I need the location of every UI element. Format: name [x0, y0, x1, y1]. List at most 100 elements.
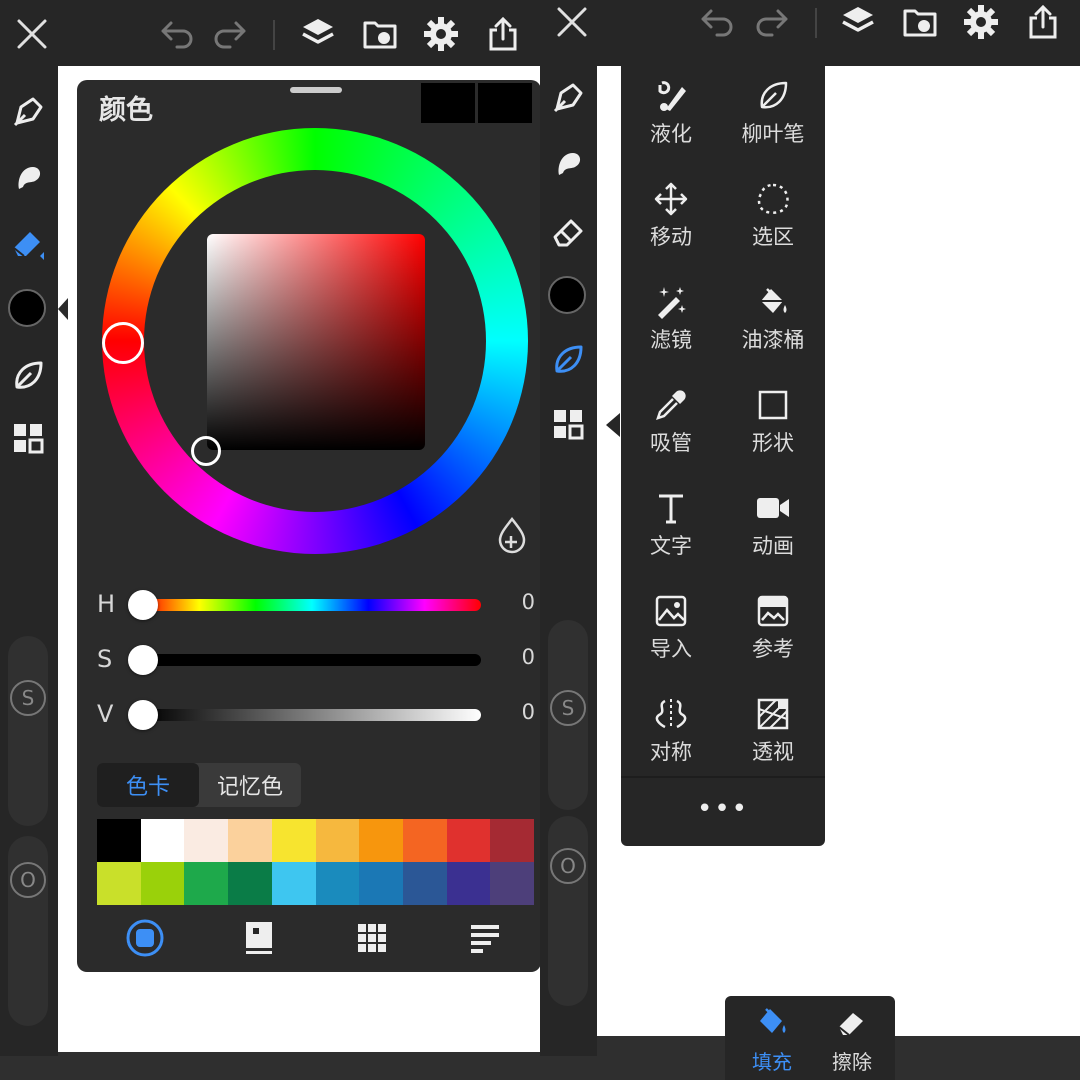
fill-label: 填充 [752, 1050, 792, 1074]
hue-slider-row: H 0 [77, 584, 540, 624]
tool-paint-bucket[interactable]: 油漆桶 [723, 272, 823, 372]
opacity-slider[interactable] [548, 816, 588, 1006]
palette-card-tab-icon[interactable] [237, 916, 281, 960]
value-slider-thumb[interactable] [128, 700, 158, 730]
grid-tools-icon[interactable] [546, 402, 590, 446]
palette-swatch[interactable] [97, 819, 141, 862]
tool-label: 油漆桶 [741, 328, 805, 352]
tool-label: 选区 [752, 225, 794, 249]
palette-swatch[interactable] [446, 862, 491, 905]
palette-swatch[interactable] [140, 862, 185, 905]
palette-swatch[interactable] [315, 819, 360, 862]
left-screenshot: S O 颜色 H 0 S 0 V 0 色卡 记忆色 [0, 0, 540, 1080]
current-color-button[interactable] [8, 289, 46, 327]
hue-slider[interactable] [143, 599, 481, 611]
toolbar-separator [273, 20, 275, 50]
tool-animation[interactable]: 动画 [723, 478, 823, 578]
palette-swatch[interactable] [97, 862, 141, 905]
palette-swatch[interactable] [228, 862, 272, 905]
share-icon[interactable] [481, 12, 525, 56]
undo-icon[interactable] [155, 12, 199, 56]
value-slider[interactable] [143, 709, 481, 721]
tool-label: 形状 [752, 431, 794, 455]
fill-button[interactable]: 填充 [737, 1002, 807, 1078]
color-wheel-tab-icon[interactable] [123, 916, 167, 960]
tab-color-history[interactable]: 记忆色 [199, 763, 301, 807]
tool-label: 导入 [650, 637, 692, 661]
leaf-pen-icon[interactable] [546, 338, 590, 382]
palette-swatch[interactable] [359, 819, 403, 862]
palette-swatch[interactable] [315, 862, 360, 905]
more-icon[interactable]: ••• [697, 794, 747, 824]
palette-swatch[interactable] [140, 819, 185, 862]
grid-tab-icon[interactable] [350, 916, 394, 960]
close-icon[interactable] [550, 0, 594, 44]
tool-shape[interactable]: 形状 [723, 375, 823, 475]
saturation-slider-thumb[interactable] [128, 645, 158, 675]
gallery-icon[interactable] [898, 0, 942, 44]
gallery-icon[interactable] [358, 12, 402, 56]
close-icon[interactable] [10, 12, 54, 56]
color-wheel[interactable] [102, 128, 528, 554]
hue-ring-handle[interactable] [102, 322, 144, 364]
color-drop-icon[interactable] [495, 516, 529, 554]
opacity-label: O [550, 848, 586, 884]
palette-swatch[interactable] [446, 819, 491, 862]
palette-swatch[interactable] [490, 862, 534, 905]
layers-icon[interactable] [296, 12, 340, 56]
tool-text[interactable]: 文字 [621, 478, 721, 578]
settings-icon[interactable] [959, 0, 1003, 44]
settings-icon[interactable] [419, 12, 463, 56]
current-color-button[interactable] [548, 276, 586, 314]
tool-import[interactable]: 导入 [621, 581, 721, 681]
previous-color-swatch[interactable] [478, 83, 532, 123]
tab-color-card[interactable]: 色卡 [97, 763, 199, 807]
smudge-icon[interactable] [546, 142, 590, 186]
tool-label: 滤镜 [650, 328, 692, 352]
sv-handle[interactable] [191, 436, 221, 466]
hue-label: H [97, 590, 116, 618]
palette-swatch[interactable] [184, 862, 229, 905]
undo-icon[interactable] [695, 0, 739, 44]
palette-swatch[interactable] [184, 819, 229, 862]
brush-size-slider[interactable] [8, 636, 48, 826]
eraser-icon[interactable] [6, 222, 50, 266]
brush-icon[interactable] [6, 90, 50, 134]
leaf-pen-icon [755, 78, 791, 114]
brush-icon[interactable] [546, 76, 590, 120]
tool-symmetry[interactable]: 对称 [621, 684, 721, 784]
palette-swatch[interactable] [402, 819, 447, 862]
tool-reference[interactable]: 参考 [723, 581, 823, 681]
eraser-icon[interactable] [546, 210, 590, 254]
drag-handle[interactable] [290, 87, 342, 93]
palette-swatch[interactable] [228, 819, 272, 862]
tool-liquify[interactable]: 液化 [621, 66, 721, 166]
smudge-icon[interactable] [6, 156, 50, 200]
current-color-swatch [421, 83, 475, 123]
symmetry-icon [653, 696, 689, 732]
size-label: S [550, 690, 586, 726]
menu-divider [621, 776, 825, 778]
redo-icon[interactable] [750, 0, 794, 44]
tool-filter[interactable]: 滤镜 [621, 272, 721, 372]
tool-perspective[interactable]: 透视 [723, 684, 823, 784]
tool-eyedropper[interactable]: 吸管 [621, 375, 721, 475]
palette-swatch[interactable] [490, 819, 534, 862]
saturation-slider[interactable] [143, 654, 481, 666]
grid-tools-icon[interactable] [6, 416, 50, 460]
leaf-pen-icon[interactable] [6, 354, 50, 398]
tool-move[interactable]: 移动 [621, 169, 721, 269]
tool-selection[interactable]: 选区 [723, 169, 823, 269]
erase-button[interactable]: 擦除 [817, 1002, 887, 1078]
redo-icon[interactable] [208, 12, 252, 56]
saturation-value-square[interactable] [207, 234, 425, 450]
list-tab-icon[interactable] [463, 916, 507, 960]
palette-swatch[interactable] [402, 862, 447, 905]
tool-leaf-pen[interactable]: 柳叶笔 [723, 66, 823, 166]
palette-swatch[interactable] [271, 819, 316, 862]
share-icon[interactable] [1021, 0, 1065, 44]
palette-swatch[interactable] [271, 862, 316, 905]
hue-slider-thumb[interactable] [128, 590, 158, 620]
palette-swatch[interactable] [359, 862, 403, 905]
layers-icon[interactable] [836, 0, 880, 44]
